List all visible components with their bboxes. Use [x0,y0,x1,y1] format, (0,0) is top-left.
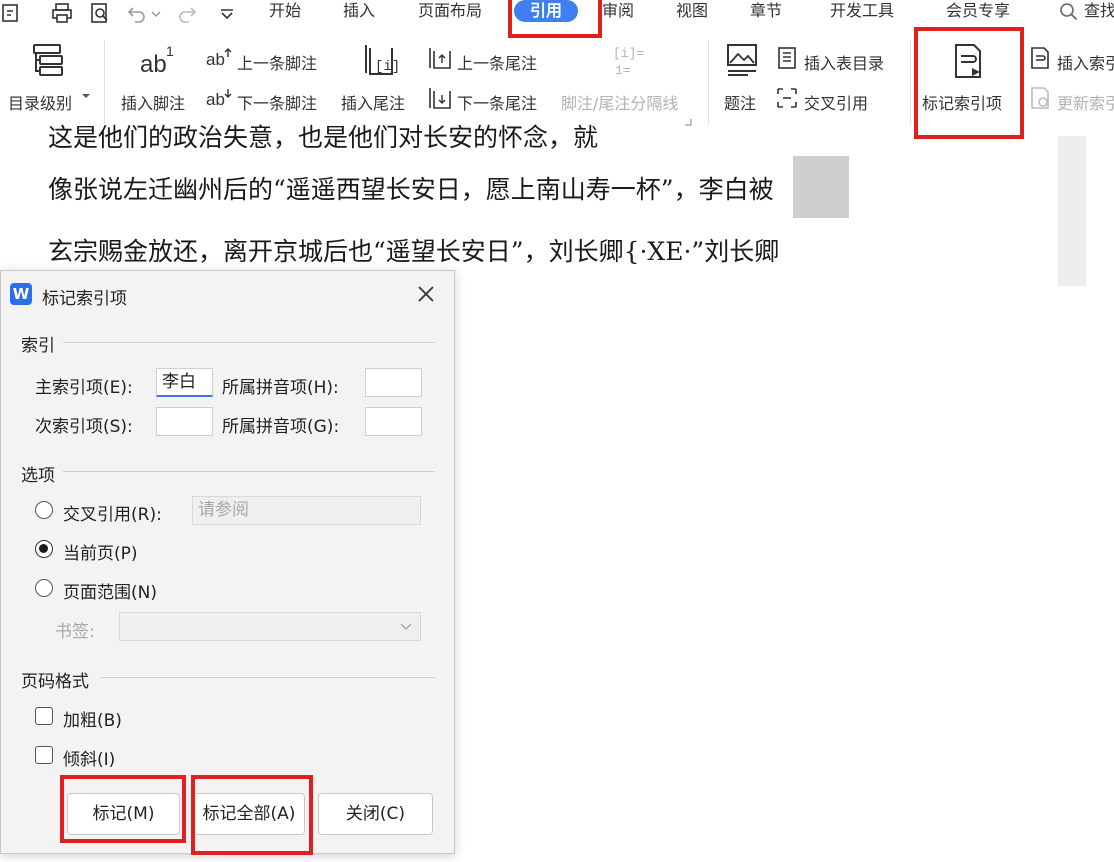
document-line: 这是他们的政治失意，也是他们对长安的怀念，就 [48,123,599,152]
update-index-button[interactable]: 更新索引 [1057,90,1114,114]
caption-button[interactable]: 题注 [724,90,756,114]
main-pinyin-input[interactable] [365,368,422,397]
toc-level-icon[interactable] [30,42,66,78]
bookmark-label: 书签: [55,622,95,642]
main-entry-label: 主索引项(E): [35,378,133,398]
undo-icon[interactable] [126,2,148,24]
ribbon-separator [708,40,709,124]
page-range-label[interactable]: 页面范围(N) [63,578,157,603]
sub-entry-input[interactable] [156,407,213,436]
toc-level-button[interactable]: 目录级别 [8,90,72,114]
insert-index-button[interactable]: 插入索引 [1057,50,1114,74]
cross-reference-input[interactable]: 请参阅 [192,496,421,525]
current-page-label[interactable]: 当前页(P) [63,539,138,564]
index-section-title: 索引 [21,336,55,356]
toc-level-dropdown-icon [82,94,90,98]
svg-text:[i]=: [i]= [613,46,644,61]
note-separator-button[interactable]: 脚注/尾注分隔线 [561,90,678,114]
insert-endnote-icon[interactable]: [i] [360,42,398,80]
main-pinyin-label: 所属拼音项(H): [222,378,339,398]
options-section-title: 选项 [21,466,55,486]
tab-review[interactable]: 审阅 [602,0,634,24]
svg-text:ab: ab [140,51,167,78]
bold-checkbox[interactable] [35,707,53,725]
tab-view[interactable]: 视图 [676,0,708,24]
bold-label[interactable]: 加粗(B) [63,706,122,731]
prev-endnote-icon[interactable] [426,46,454,70]
tab-member[interactable]: 会员专享 [946,0,1010,24]
insert-footnote-button[interactable]: 插入脚注 [121,90,185,114]
prev-footnote-icon[interactable]: ab [206,46,234,70]
undo-dropdown-icon[interactable] [150,2,162,24]
chevron-down-icon [400,623,412,631]
insert-endnote-button[interactable]: 插入尾注 [341,90,405,114]
document-line: 玄宗赐金放还，离开京城后也“遥望长安日”，刘长卿{·XE·”刘长卿 [48,237,780,266]
svg-text:1=: 1= [615,63,631,78]
caption-icon[interactable] [725,42,759,78]
italic-checkbox[interactable] [35,746,53,764]
insert-footnote-icon[interactable]: ab 1 [138,42,176,78]
print-icon[interactable] [51,2,73,24]
sub-pinyin-label: 所属拼音项(G): [222,417,340,437]
next-footnote-button[interactable]: 下一条脚注 [237,90,317,114]
note-separator-icon[interactable]: [i]= 1= [610,42,646,78]
sub-entry-label: 次索引项(S): [35,417,133,437]
page-range-radio[interactable] [35,579,53,597]
sub-pinyin-input[interactable] [365,407,422,436]
section-divider [63,471,435,472]
next-endnote-icon[interactable] [426,86,454,110]
italic-label[interactable]: 倾斜(I) [63,745,115,770]
search-icon[interactable] [1058,1,1080,23]
insert-index-icon[interactable] [1028,46,1052,70]
close-button[interactable]: 关闭(C) [318,793,433,835]
cross-reference-button[interactable]: 交叉引用 [804,90,868,114]
tab-home[interactable]: 开始 [269,0,301,24]
tab-page-layout[interactable]: 页面布局 [418,0,482,24]
next-footnote-icon[interactable]: ab [206,86,234,110]
mark-index-entry-button[interactable]: 标记索引项 [922,90,1002,114]
current-page-radio[interactable] [35,540,53,558]
ribbon-separator [910,40,911,124]
insert-table-of-figures-button[interactable]: 插入表目录 [804,50,884,74]
customize-quick-access-icon[interactable] [216,2,238,24]
dialog-title: 标记索引项 [42,289,127,309]
selection-highlight [793,156,849,218]
tab-insert[interactable]: 插入 [343,0,375,24]
next-endnote-button[interactable]: 下一条尾注 [457,90,537,114]
cross-reference-icon[interactable] [775,86,799,110]
svg-text:ab: ab [206,50,225,69]
table-of-figures-icon[interactable] [775,46,799,70]
mark-button[interactable]: 标记(M) [67,793,180,835]
section-divider [63,342,435,343]
tab-section[interactable]: 章节 [750,0,782,24]
update-index-icon[interactable] [1028,86,1052,110]
close-icon[interactable] [413,281,439,307]
wps-logo-icon: W [10,283,32,305]
format-section-title: 页码格式 [21,672,89,692]
svg-text:ab: ab [206,90,225,109]
prev-footnote-button[interactable]: 上一条脚注 [237,50,317,74]
search-label[interactable]: 查找 [1084,0,1114,24]
undo-stack-icon[interactable] [0,2,22,24]
mark-all-button[interactable]: 标记全部(A) [193,793,305,835]
prev-endnote-button[interactable]: 上一条尾注 [457,50,537,74]
menu-bar: 开始 插入 页面布局 引用 审阅 视图 章节 开发工具 会员专享 查找 [0,0,1114,30]
section-divider [101,677,435,678]
footnote-group-launcher-icon[interactable] [684,118,692,126]
cross-reference-label[interactable]: 交叉引用(R): [63,500,162,525]
mark-index-entry-icon[interactable] [950,42,986,80]
ribbon-separator [104,40,105,124]
main-entry-input[interactable]: 李白 [156,368,213,397]
document-line: 像张说左迁幽州后的“遥遥西望长安日，愿上南山寿一杯”，李白被 [48,175,774,204]
print-preview-icon[interactable] [89,2,111,24]
redo-icon[interactable] [176,2,198,24]
vertical-scrollbar[interactable] [1058,136,1086,286]
svg-text:[i]: [i] [375,59,398,75]
mark-index-entry-dialog: W 标记索引项 索引 主索引项(E): 李白 所属拼音项(H): 次索引项(S)… [0,270,455,854]
cross-reference-radio[interactable] [35,501,53,519]
tab-developer[interactable]: 开发工具 [830,0,894,24]
svg-text:1: 1 [166,43,174,59]
tab-references[interactable]: 引用 [514,0,578,22]
bookmark-select[interactable] [119,612,421,641]
